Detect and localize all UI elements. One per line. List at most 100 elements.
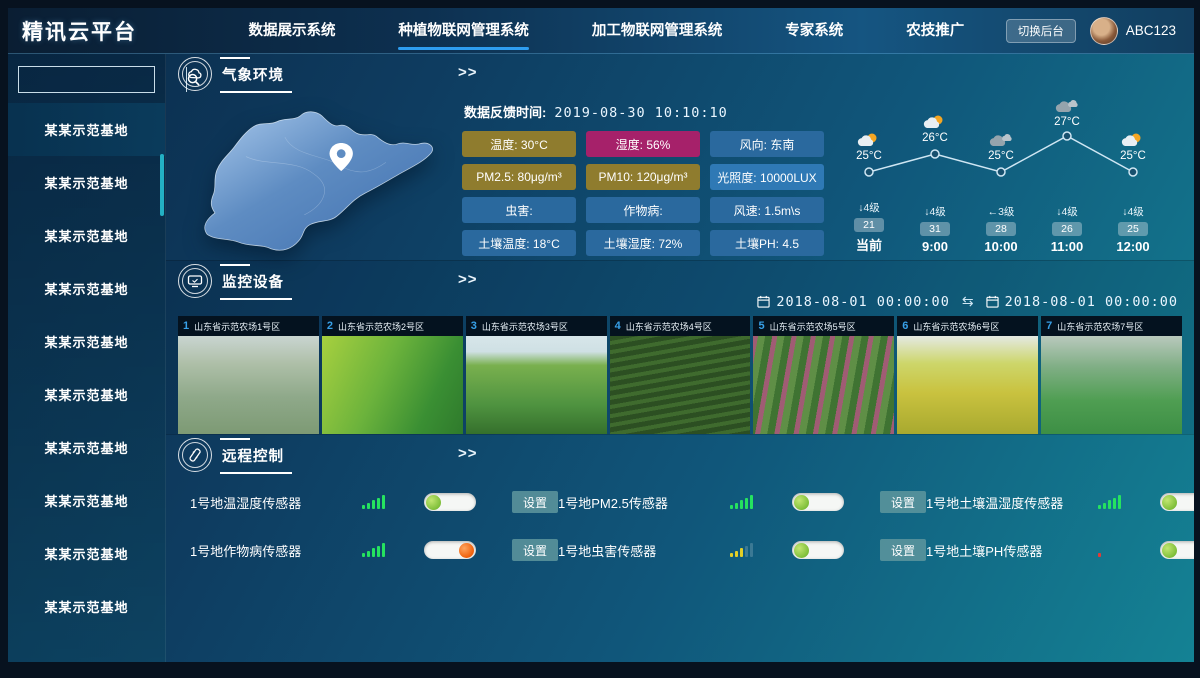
forecast-badge: 31 — [920, 222, 950, 236]
nav-item[interactable]: 种植物联网管理系统 — [398, 11, 529, 50]
signal-strength-icon — [1098, 543, 1122, 557]
remote-expand-button[interactable]: >> — [458, 445, 478, 462]
app-logo: 精讯云平台 — [22, 16, 207, 46]
weather-condition-icon — [1120, 132, 1146, 148]
settings-button[interactable]: 设置 — [880, 491, 926, 513]
signal-strength-icon — [1098, 495, 1122, 509]
sidebar-item-base[interactable]: 某某示范基地 — [8, 527, 165, 580]
forecast-wind: ↓4级 — [924, 204, 946, 219]
camera-tile[interactable]: 1 山东省示范农场1号区 — [178, 316, 319, 434]
forecast-column: 27°C ↓4级 26 11:00 — [1034, 96, 1100, 256]
sensor-label: 1号地土壤PH传感器 — [926, 541, 1094, 560]
sensor-chip: 土壤湿度: 72% — [586, 230, 700, 256]
forecast-badge: 25 — [1118, 222, 1148, 236]
forecast-column: 25°C ←3级 28 10:00 — [968, 96, 1034, 256]
sensor-row: 1号地温湿度传感器 设置 — [190, 491, 558, 513]
nav-item[interactable]: 数据展示系统 — [248, 11, 335, 50]
camera-label: 山东省示范农场7号区 — [1057, 320, 1143, 333]
sensor-label: 1号地土壤温湿度传感器 — [926, 493, 1094, 512]
sensor-row: 1号地土壤温湿度传感器 设置 — [926, 491, 1194, 513]
camera-label: 山东省示范农场4号区 — [626, 320, 712, 333]
sensor-chip: PM2.5: 80μg/m³ — [462, 164, 576, 190]
camera-number: 1 — [183, 320, 189, 332]
sensor-chip: 风速: 1.5m\s — [710, 197, 824, 223]
feedback-time-label: 数据反馈时间: — [464, 102, 546, 121]
camera-feed — [753, 336, 894, 434]
monitor-expand-button[interactable]: >> — [458, 271, 478, 288]
sensor-chip: 虫害: — [462, 197, 576, 223]
settings-button[interactable]: 设置 — [880, 539, 926, 561]
weather-section: 气象环境 >> — [166, 54, 1194, 260]
nav-item[interactable]: 农技推广 — [906, 11, 964, 50]
forecast-wind: ↓4级 — [858, 200, 880, 215]
camera-feed — [178, 336, 319, 434]
remote-section-header: 远程控制 >> — [166, 435, 1194, 475]
weather-data-panel: 数据反馈时间: 2019-08-30 10:10:10 温度: 30°C 湿度:… — [462, 96, 824, 260]
nav-item[interactable]: 专家系统 — [785, 11, 843, 50]
sensor-toggle[interactable] — [424, 541, 476, 559]
sidebar-item-base[interactable]: 某某示范基地 — [8, 421, 165, 474]
camera-label: 山东省示范农场5号区 — [770, 320, 856, 333]
sensor-row: 1号地虫害传感器 设置 — [558, 539, 926, 561]
sidebar-scrollbar[interactable] — [160, 154, 164, 216]
weather-icon — [178, 57, 212, 91]
search-input[interactable] — [19, 67, 186, 92]
sidebar-item-base[interactable]: 某某示范基地 — [8, 156, 165, 209]
camera-label: 山东省示范农场3号区 — [482, 320, 568, 333]
camera-label: 山东省示范农场6号区 — [913, 320, 999, 333]
switch-backend-button[interactable]: 切换后台 — [1006, 19, 1076, 43]
settings-button[interactable]: 设置 — [512, 539, 558, 561]
sidebar: 某某示范基地 某某示范基地 某某示范基地 某某示范基地 某某示范基地 某某示范基… — [8, 54, 166, 662]
avatar[interactable] — [1090, 17, 1118, 45]
sidebar-item-base[interactable]: 某某示范基地 — [8, 368, 165, 421]
weather-body: 数据反馈时间: 2019-08-30 10:10:10 温度: 30°C 湿度:… — [166, 94, 1194, 260]
nav-item[interactable]: 加工物联网管理系统 — [592, 11, 723, 50]
camera-tile[interactable]: 3 山东省示范农场3号区 — [466, 316, 607, 434]
forecast-badge: 26 — [1052, 222, 1082, 236]
camera-number: 4 — [615, 320, 621, 332]
sidebar-item-base[interactable]: 某某示范基地 — [8, 262, 165, 315]
camera-tile[interactable]: 5 山东省示范农场5号区 — [753, 316, 894, 434]
remote-control-icon — [178, 438, 212, 472]
weather-condition-icon — [988, 132, 1014, 148]
camera-label: 山东省示范农场1号区 — [194, 320, 280, 333]
signal-strength-icon — [362, 543, 386, 557]
camera-strip: 1 山东省示范农场1号区 2 山东省示范农场2号区 — [166, 316, 1194, 434]
sensor-toggle[interactable] — [792, 541, 844, 559]
sensor-toggle[interactable] — [1160, 493, 1194, 511]
monitor-section-header: 监控设备 >> — [166, 261, 1194, 301]
forecast-temp: 25°C — [988, 150, 1014, 162]
sidebar-item-base[interactable]: 某某示范基地 — [8, 103, 165, 156]
sensor-toggle[interactable] — [792, 493, 844, 511]
sidebar-item-base[interactable]: 某某示范基地 — [8, 315, 165, 368]
main-content: 气象环境 >> — [166, 54, 1194, 662]
feedback-time-value: 2019-08-30 10:10:10 — [554, 105, 727, 121]
sidebar-item-base[interactable]: 某某示范基地 — [8, 474, 165, 527]
forecast-temp: 25°C — [856, 150, 882, 162]
sensor-row: 1号地PM2.5传感器 设置 — [558, 491, 926, 513]
weather-section-header: 气象环境 >> — [166, 54, 1194, 94]
sensor-chip: 光照度: 10000LUX — [710, 164, 824, 190]
camera-tile[interactable]: 7 山东省示范农场7号区 — [1041, 316, 1182, 434]
camera-tile[interactable]: 6 山东省示范农场6号区 — [897, 316, 1038, 434]
topbar: 精讯云平台 数据展示系统 种植物联网管理系统 加工物联网管理系统 专家系统 农技… — [8, 8, 1194, 54]
camera-tile[interactable]: 2 山东省示范农场2号区 — [322, 316, 463, 434]
sidebar-item-base[interactable]: 某某示范基地 — [8, 209, 165, 262]
forecast-wind: ↓4级 — [1122, 204, 1144, 219]
sensor-toggle[interactable] — [1160, 541, 1194, 559]
weather-condition-icon — [856, 132, 882, 148]
username: ABC123 — [1126, 23, 1176, 38]
sensor-chip: 温度: 30°C — [462, 131, 576, 157]
sidebar-item-base[interactable]: 某某示范基地 — [8, 580, 165, 633]
signal-strength-icon — [730, 543, 754, 557]
remote-section: 远程控制 >> 1号地温湿度传感器 设置 1号地PM2.5传感器 — [166, 434, 1194, 561]
sensor-toggle[interactable] — [424, 493, 476, 511]
sensor-grid: 1号地温湿度传感器 设置 1号地PM2.5传感器 设置 1号地土壤温湿度传感 — [166, 475, 1194, 561]
camera-tile[interactable]: 4 山东省示范农场4号区 — [610, 316, 751, 434]
settings-button[interactable]: 设置 — [512, 491, 558, 513]
sensor-label: 1号地作物病传感器 — [190, 541, 358, 560]
weather-expand-button[interactable]: >> — [458, 64, 478, 81]
forecast-badge: 21 — [854, 218, 884, 232]
forecast-time: 12:00 — [1116, 239, 1149, 254]
camera-number: 7 — [1046, 320, 1052, 332]
